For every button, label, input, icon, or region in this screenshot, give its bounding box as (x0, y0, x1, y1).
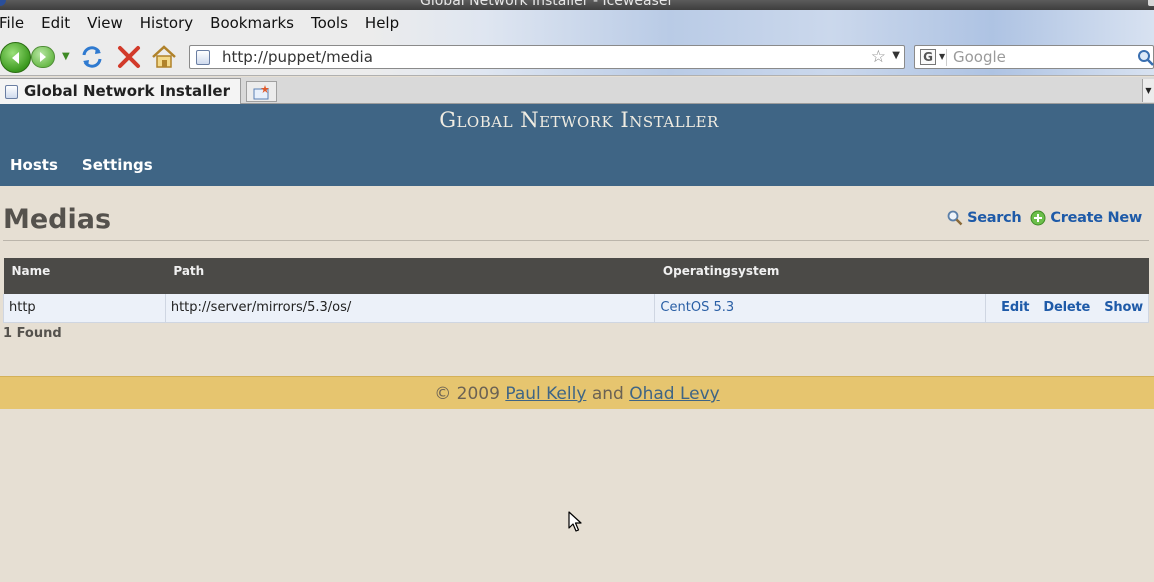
delete-link[interactable]: Delete (1043, 300, 1090, 315)
reload-icon (82, 46, 102, 68)
new-tab-icon (253, 84, 269, 99)
menu-history[interactable]: History (140, 12, 193, 34)
cell-name: http (3, 294, 166, 323)
google-icon: G (920, 49, 936, 65)
footer-conjunction: and (591, 384, 624, 404)
navigation-toolbar: ▼ http://puppet/media ☆ ▼ G ▼ Google (0, 40, 1154, 74)
menubar: File Edit View History Bookmarks Tools H… (0, 12, 416, 34)
site-nav: Hosts Settings (10, 156, 177, 174)
page-title: Medias (3, 204, 112, 235)
menu-bookmarks[interactable]: Bookmarks (210, 12, 294, 34)
home-button[interactable] (150, 44, 178, 70)
chevron-down-icon: ▼ (939, 52, 946, 61)
menu-file[interactable]: File (0, 12, 24, 34)
show-link[interactable]: Show (1104, 300, 1143, 315)
results-count: 1 Found (3, 326, 62, 341)
column-header-path[interactable]: Path (165, 258, 655, 294)
nav-link-settings[interactable]: Settings (82, 156, 153, 174)
menu-tools[interactable]: Tools (311, 12, 348, 34)
copyright-text: © 2009 (434, 384, 500, 404)
os-link[interactable]: CentOS 5.3 (660, 300, 734, 315)
search-bar[interactable]: G ▼ Google (914, 45, 1154, 69)
tab-strip: Global Network Installer ▼ (0, 77, 1154, 104)
url-bar[interactable]: http://puppet/media ☆ ▼ (189, 45, 905, 69)
tab-list-button[interactable]: ▼ (1142, 79, 1154, 102)
tab-label: Global Network Installer (24, 82, 230, 100)
table-header-row: Name Path Operatingsystem (3, 258, 1149, 294)
divider (3, 240, 1149, 241)
column-header-name[interactable]: Name (3, 258, 166, 294)
site-title: Global Network Installer (439, 108, 719, 132)
forward-button[interactable] (31, 46, 55, 68)
cell-path: http://server/mirrors/5.3/os/ (164, 294, 656, 323)
create-new-link[interactable]: Create New (1030, 210, 1142, 226)
back-icon (11, 51, 19, 64)
menu-help[interactable]: Help (365, 12, 399, 34)
home-icon (152, 45, 176, 68)
cell-actions: Edit Delete Show (985, 294, 1149, 323)
page-favicon-icon (196, 50, 210, 65)
browser-chrome: Global Network Installer - Iceweasel Fil… (0, 0, 1154, 76)
medias-table: Name Path Operatingsystem http http://se… (3, 258, 1149, 323)
site-footer: © 2009 Paul Kelly and Ohad Levy (0, 376, 1154, 409)
add-icon (1030, 210, 1046, 226)
url-input[interactable]: http://puppet/media (222, 48, 373, 66)
window-title: Global Network Installer - Iceweasel (420, 0, 672, 9)
author-link-ohad-levy[interactable]: Ohad Levy (629, 384, 720, 404)
search-icon[interactable] (1137, 49, 1154, 67)
cell-operatingsystem: CentOS 5.3 (654, 294, 987, 323)
column-header-actions (985, 258, 1149, 294)
author-link-paul-kelly[interactable]: Paul Kelly (505, 384, 586, 404)
search-input[interactable]: Google (953, 48, 1006, 66)
edit-link[interactable]: Edit (1001, 300, 1029, 315)
site-header: Global Network Installer Hosts Settings (0, 104, 1154, 186)
column-header-operatingsystem[interactable]: Operatingsystem (654, 258, 986, 294)
history-dropdown-icon[interactable]: ▼ (62, 51, 72, 63)
search-engine-selector[interactable]: G ▼ (919, 49, 947, 66)
mouse-cursor-icon (568, 511, 582, 532)
create-new-label: Create New (1050, 210, 1142, 226)
tab-global-network-installer[interactable]: Global Network Installer (0, 78, 241, 104)
nav-link-hosts[interactable]: Hosts (10, 156, 58, 174)
search-link[interactable]: Search (947, 210, 1022, 226)
stop-button[interactable] (116, 44, 142, 70)
new-tab-button[interactable] (246, 81, 277, 102)
window-menu-icon[interactable] (0, 0, 6, 6)
star-icon[interactable]: ☆ (871, 47, 886, 67)
forward-icon (40, 52, 46, 62)
back-button[interactable] (0, 42, 31, 73)
page-actions: Search Create New (938, 210, 1142, 226)
menu-view[interactable]: View (87, 12, 123, 34)
reload-button[interactable] (79, 44, 105, 70)
stop-icon (118, 46, 140, 68)
window-titlebar: Global Network Installer - Iceweasel (0, 0, 1154, 10)
page-icon (5, 85, 18, 99)
url-dropdown-icon[interactable]: ▼ (892, 50, 900, 61)
search-icon (947, 210, 963, 226)
table-row: http http://server/mirrors/5.3/os/ CentO… (3, 294, 1149, 323)
search-link-label: Search (967, 210, 1022, 226)
window-control-icon[interactable] (1148, 0, 1154, 6)
menu-edit[interactable]: Edit (41, 12, 70, 34)
